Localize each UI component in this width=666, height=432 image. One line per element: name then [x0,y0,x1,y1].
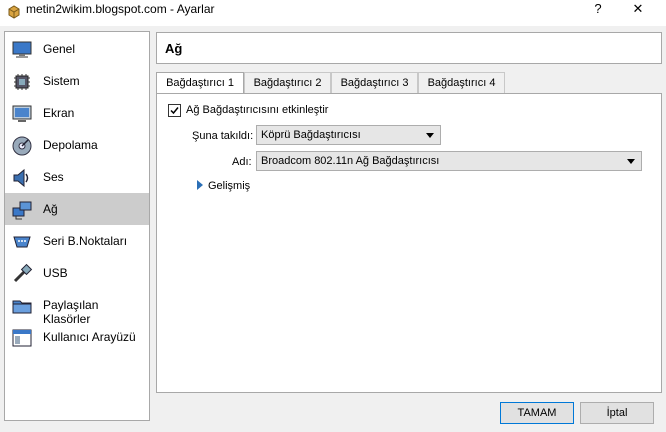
enable-adapter-checkbox[interactable] [168,104,181,117]
title-bar: metin2wikim.blogspot.com - Ayarlar ? ✕ [0,0,666,26]
monitor-icon [12,41,32,58]
window-title: metin2wikim.blogspot.com - Ayarlar [26,2,215,16]
page-title: Ağ [165,41,183,56]
usb-icon [13,263,33,283]
adapter-name-label: Adı: [232,156,252,168]
chevron-down-icon [426,133,434,138]
window-icon [12,329,32,347]
sidebar-item-depolama[interactable]: Depolama [5,129,149,161]
disk-icon [12,136,32,156]
sidebar-item-label: Depolama [43,138,98,152]
sidebar-item-genel[interactable]: Genel [5,33,149,65]
app-icon [8,5,20,19]
sidebar-item-usb[interactable]: USB [5,257,149,289]
close-button[interactable]: ✕ [618,0,658,18]
tab-adapter-1[interactable]: Bağdaştırıcı 1 [156,72,244,94]
folder-icon [12,300,32,314]
sidebar-item-label: Sistem [43,74,80,88]
network-icon [12,201,32,220]
sidebar-item-sistem[interactable]: Sistem [5,65,149,97]
page-header: Ağ [156,32,662,64]
chip-icon [14,74,30,90]
adapter-name-select[interactable]: Broadcom 802.11n Ağ Bağdaştırıcısı [256,151,642,171]
tab-adapter-4[interactable]: Bağdaştırıcı 4 [418,72,505,93]
help-button[interactable]: ? [578,0,618,18]
attached-to-value: Köprü Bağdaştırıcısı [261,129,361,141]
sidebar-item-label: Ses [43,170,64,184]
speaker-icon [13,168,29,188]
sidebar-item-label: Ekran [43,106,75,120]
settings-sidebar: Genel Sistem Ekran Depolama Ses Ağ Seri … [4,31,150,421]
sidebar-item-kullanici-arayuzu[interactable]: Kullanıcı Arayüzü [5,321,149,353]
expand-arrow-icon[interactable] [197,180,203,190]
tab-adapter-3[interactable]: Bağdaştırıcı 3 [331,72,418,93]
check-icon [170,107,179,115]
attached-to-label: Şuna takıldı: [192,130,254,142]
sidebar-item-seri-noktalari[interactable]: Seri B.Noktaları [5,225,149,257]
tab-adapter-2[interactable]: Bağdaştırıcı 2 [244,72,331,93]
advanced-toggle[interactable]: Gelişmiş [208,180,250,192]
serial-port-icon [13,236,31,248]
sidebar-item-ekran[interactable]: Ekran [5,97,149,129]
ok-button[interactable]: TAMAM [500,402,574,424]
chevron-down-icon [627,159,635,164]
sidebar-item-ag[interactable]: Ağ [5,193,149,225]
adapter-name-value: Broadcom 802.11n Ağ Bağdaştırıcısı [261,155,440,167]
sidebar-item-label: Kullanıcı Arayüzü [43,330,136,344]
enable-adapter-label: Ağ Bağdaştırıcısını etkinleştir [186,104,329,116]
sidebar-item-label: Genel [43,42,76,56]
sidebar-item-label: USB [43,266,68,280]
attached-to-select[interactable]: Köprü Bağdaştırıcısı [256,125,441,145]
display-icon [12,105,32,122]
sidebar-item-label: Seri B.Noktaları [43,234,128,248]
sidebar-item-ses[interactable]: Ses [5,161,149,193]
cancel-button[interactable]: İptal [580,402,654,424]
sidebar-item-label: Ağ [43,202,58,216]
sidebar-item-paylasilan-klasorler[interactable]: Paylaşılan Klasörler [5,289,149,326]
